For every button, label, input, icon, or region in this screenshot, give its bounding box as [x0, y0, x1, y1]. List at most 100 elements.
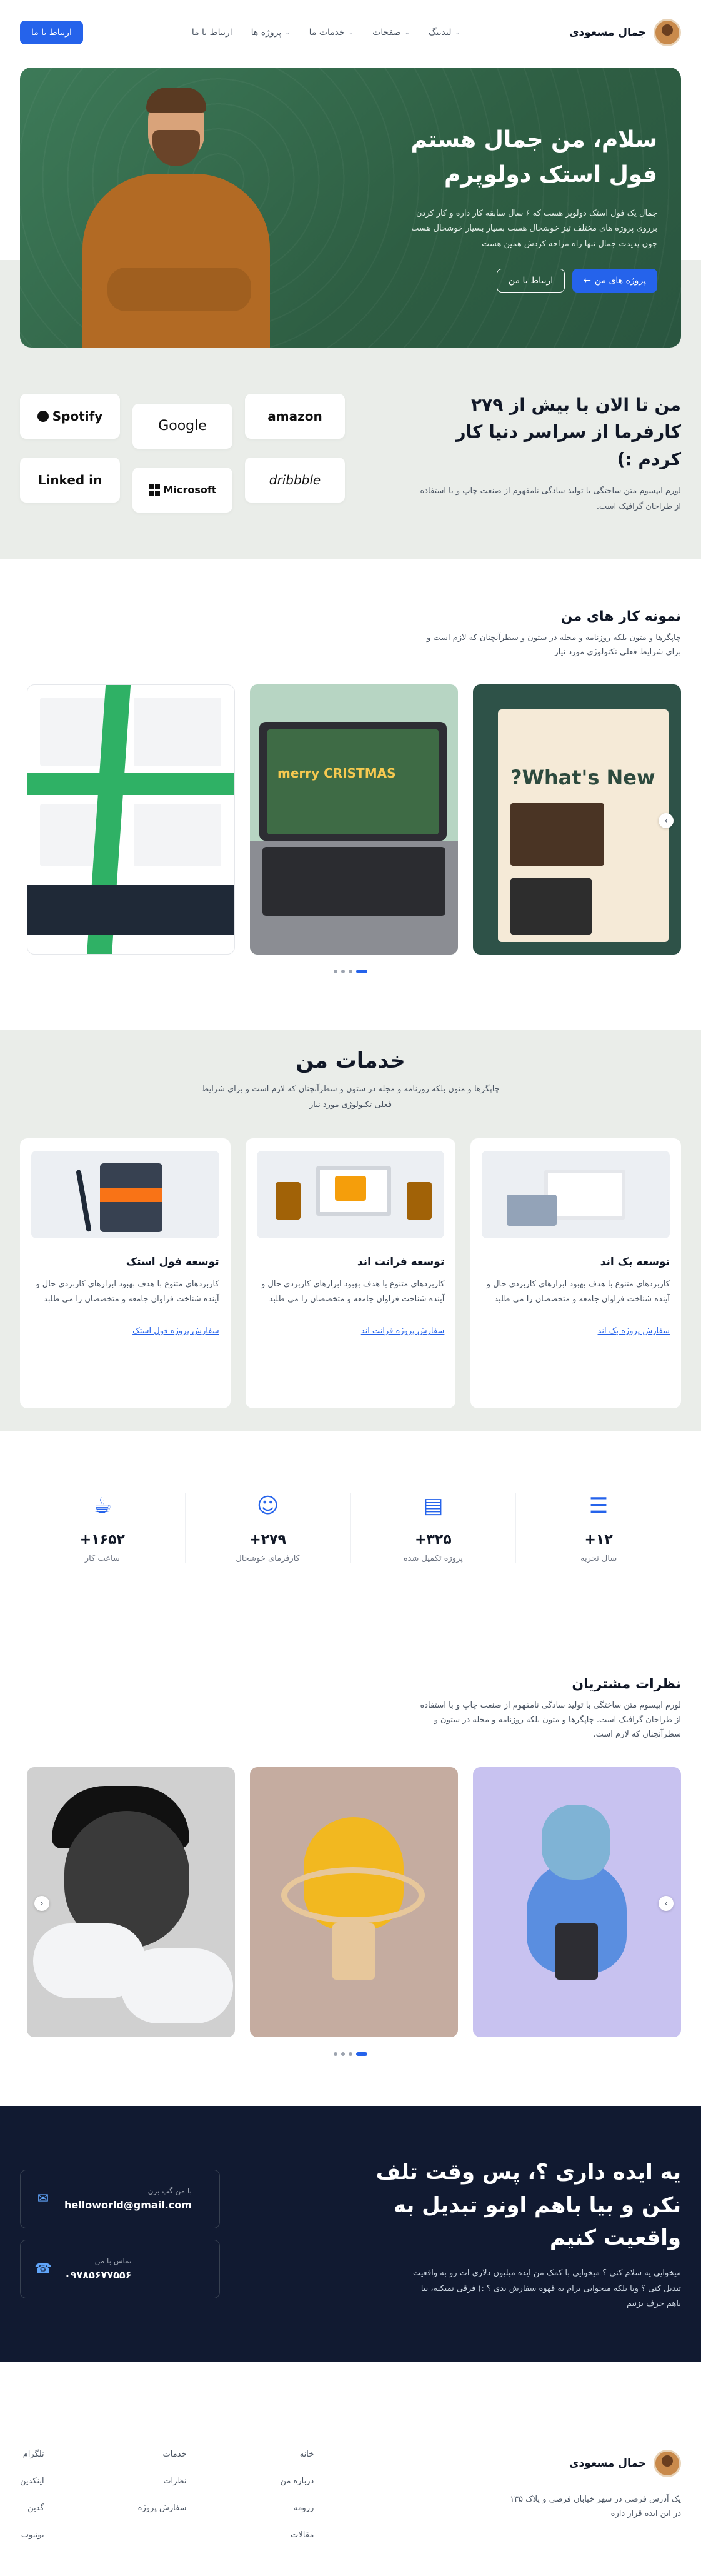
pagination-dot[interactable]	[356, 970, 367, 974]
service-title: توسعه بک اند	[600, 1255, 670, 1268]
order-frontend-link[interactable]: سفارش پروژه فرانت اند	[361, 1326, 445, 1336]
hero-text: سلام، من جمال هستم فول استک دولوپرم جمال…	[395, 123, 657, 293]
service-cards: توسعه بک اند کاربردهای متنوع با هدف بهبو…	[19, 1138, 681, 1408]
nav-item-services[interactable]: ⌄ خدمات ما	[309, 28, 354, 38]
mail-icon: ✉	[37, 2191, 49, 2207]
slider-prev-button[interactable]: ‹	[34, 1895, 49, 1911]
pagination-dot[interactable]	[334, 970, 337, 974]
slide-headline: What's New?	[510, 766, 655, 790]
slide-headline: merry CRISTMAS	[277, 766, 396, 781]
fullstack-illustration	[31, 1150, 219, 1238]
logo-dribbble: dribbble	[245, 457, 345, 503]
footer-link[interactable]: نظرات	[138, 2477, 186, 2486]
logo-linkedin: Linked in	[20, 457, 120, 503]
slider-next-button[interactable]: ›	[659, 1895, 674, 1911]
footer-link[interactable]: گدین	[20, 2503, 44, 2513]
hero-description: جمال یک فول استک دولوپر هست که ۶ سال ساب…	[411, 208, 657, 249]
chevron-left-icon: ‹	[40, 1898, 44, 1908]
portfolio-slider[interactable]: What's New? › merry CRISTMAS	[20, 684, 681, 955]
footer-brand: جمال مسعودی یک آدرس فرضی در شهر خیابان ف…	[506, 2450, 681, 2540]
nav-item-pages[interactable]: ⌄ صفحات	[372, 28, 410, 38]
microsoft-icon	[148, 484, 160, 496]
layers-icon: ☰	[589, 1493, 609, 1518]
brand[interactable]: جمال مسعودی	[569, 19, 681, 46]
footer-address: یک آدرس فرضی در شهر خیابان فرضی و پلاک ۱…	[510, 2495, 681, 2519]
contact-me-button[interactable]: ارتباط با من	[496, 268, 565, 293]
cta-text: یه ایده داری ؟، پس وقت تلف نکن و بیا باه…	[344, 2156, 681, 2312]
service-card-fullstack: توسعه فول استک کاربردهای متنوع با هدف به…	[19, 1138, 231, 1408]
email-contact[interactable]: ✉ با من گپ بزن helloworld@gmail.com	[20, 2169, 220, 2228]
contact-list: ✉ با من گپ بزن helloworld@gmail.com ☎ تم…	[20, 2169, 220, 2298]
portfolio-description: چاپگرها و متون بلکه روزنامه و مجله در ست…	[426, 633, 681, 657]
hero-actions: پروژه های من ← ارتباط با من	[395, 268, 657, 293]
footer-column-pages: خانه درباره من رزومه مقالات	[281, 2450, 314, 2540]
pagination-dot[interactable]	[334, 2052, 337, 2056]
footer-link[interactable]: اینکدین	[20, 2477, 44, 2486]
briefcase-icon: ▤	[423, 1493, 444, 1518]
footer-link[interactable]: یوتیوب	[20, 2530, 44, 2540]
pagination-dot[interactable]	[341, 970, 345, 974]
testimonial-slide[interactable]	[250, 1767, 458, 2037]
stat-label: کارفرمای خوشحال	[236, 1553, 300, 1563]
order-backend-link[interactable]: سفارش پروژه بک اند	[598, 1326, 670, 1336]
service-title: توسعه فرانت اند	[357, 1255, 445, 1268]
footer-link[interactable]: تلگرام	[20, 2450, 44, 2459]
footer-link[interactable]: خدمات	[138, 2450, 187, 2459]
slider-next-button[interactable]: ›	[659, 813, 674, 829]
portfolio-slide[interactable]: What's New? ›	[473, 684, 681, 955]
testimonial-slide[interactable]: ›	[473, 1767, 681, 2037]
client-logos: Spotify Google amazon Linked in Microsof…	[20, 393, 345, 513]
footer-link[interactable]: درباره من	[281, 2477, 314, 2486]
pagination-dot[interactable]	[341, 2052, 345, 2056]
phone-icon: ☎	[34, 2261, 52, 2277]
chevron-right-icon: ›	[664, 816, 668, 826]
portfolio-section: نمونه کار های من چاپگرها و متون بلکه روز…	[0, 558, 701, 1030]
brand-name: جمال مسعودی	[569, 2457, 646, 2470]
nav-item-projects[interactable]: ⌄ پروژه ها	[251, 28, 291, 38]
avatar	[654, 19, 681, 46]
portfolio-slide[interactable]: merry CRISTMAS	[250, 684, 458, 955]
stat-label: پروژه تکمیل شده	[403, 1553, 463, 1563]
email-address: helloworld@gmail.com	[64, 2199, 192, 2212]
services-section: خدمات من چاپگرها و متون بلکه روزنامه و م…	[0, 1030, 701, 1431]
slider-pagination	[20, 2052, 681, 2056]
nav-item-landing[interactable]: ⌄ لندینگ	[429, 28, 460, 38]
brand[interactable]: جمال مسعودی	[506, 2450, 681, 2477]
portfolio-slide[interactable]	[27, 684, 235, 955]
stat-value: ۱۶۵۲+	[79, 1531, 125, 1548]
order-fullstack-link[interactable]: سفارش پروژه فول استک	[132, 1326, 219, 1336]
my-projects-button[interactable]: پروژه های من ←	[572, 268, 657, 293]
footer-column-social: تلگرام اینکدین گدین یوتیوب	[20, 2450, 44, 2540]
service-description: کاربردهای متنوع با هدف بهبود ابزارهای کا…	[261, 1279, 445, 1305]
phone-contact[interactable]: ☎ تماس با من ۰۹۷۸۵۶۷۷۵۵۶	[20, 2239, 220, 2298]
footer-link[interactable]: خانه	[281, 2450, 314, 2459]
nav-item-contact[interactable]: ارتباط با ما	[192, 28, 232, 38]
stat-value: ۲۷۹+	[249, 1531, 286, 1548]
footer-link[interactable]: مقالات	[281, 2530, 314, 2540]
slider-pagination	[20, 970, 681, 974]
pagination-dot[interactable]	[356, 2052, 367, 2056]
stat-label: سال تجربه	[580, 1553, 617, 1563]
hero-title: سلام، من جمال هستم فول استک دولوپرم	[410, 127, 657, 188]
service-title: توسعه فول استک	[126, 1255, 219, 1268]
testimonials-section: نظرات مشتریان لورم ایپسوم متن ساختگی با …	[0, 1620, 701, 2106]
testimonials-slider[interactable]: › ‹	[20, 1767, 681, 2037]
service-description: کاربردهای متنوع با هدف بهبود ابزارهای کا…	[486, 1279, 670, 1305]
service-description: کاربردهای متنوع با هدف بهبود ابزارهای کا…	[36, 1279, 219, 1305]
footer-column-services: خدمات نظرات سفارش پروژه	[138, 2450, 187, 2540]
footer-link[interactable]: سفارش پروژه	[138, 2503, 187, 2513]
services-title: خدمات من	[296, 1048, 405, 1074]
logo-spotify: Spotify	[20, 393, 120, 439]
cta-title: یه ایده داری ؟، پس وقت تلف نکن و بیا باه…	[375, 2159, 681, 2251]
header-contact-button[interactable]: ارتباط با ما	[20, 21, 83, 44]
footer-link[interactable]: رزومه	[281, 2503, 314, 2513]
testimonial-slide[interactable]: ‹	[27, 1767, 235, 2037]
hero-banner: سلام، من جمال هستم فول استک دولوپرم جمال…	[20, 68, 681, 348]
backend-illustration	[482, 1150, 670, 1238]
phone-number: ۰۹۷۸۵۶۷۷۵۵۶	[64, 2269, 132, 2282]
stat-item: ▤ ۳۲۵+ پروژه تکمیل شده	[350, 1493, 516, 1563]
avatar	[654, 2450, 681, 2477]
pagination-dot[interactable]	[349, 2052, 352, 2056]
pagination-dot[interactable]	[349, 970, 352, 974]
service-card-frontend: توسعه فرانت اند کاربردهای متنوع با هدف ب…	[245, 1138, 456, 1408]
